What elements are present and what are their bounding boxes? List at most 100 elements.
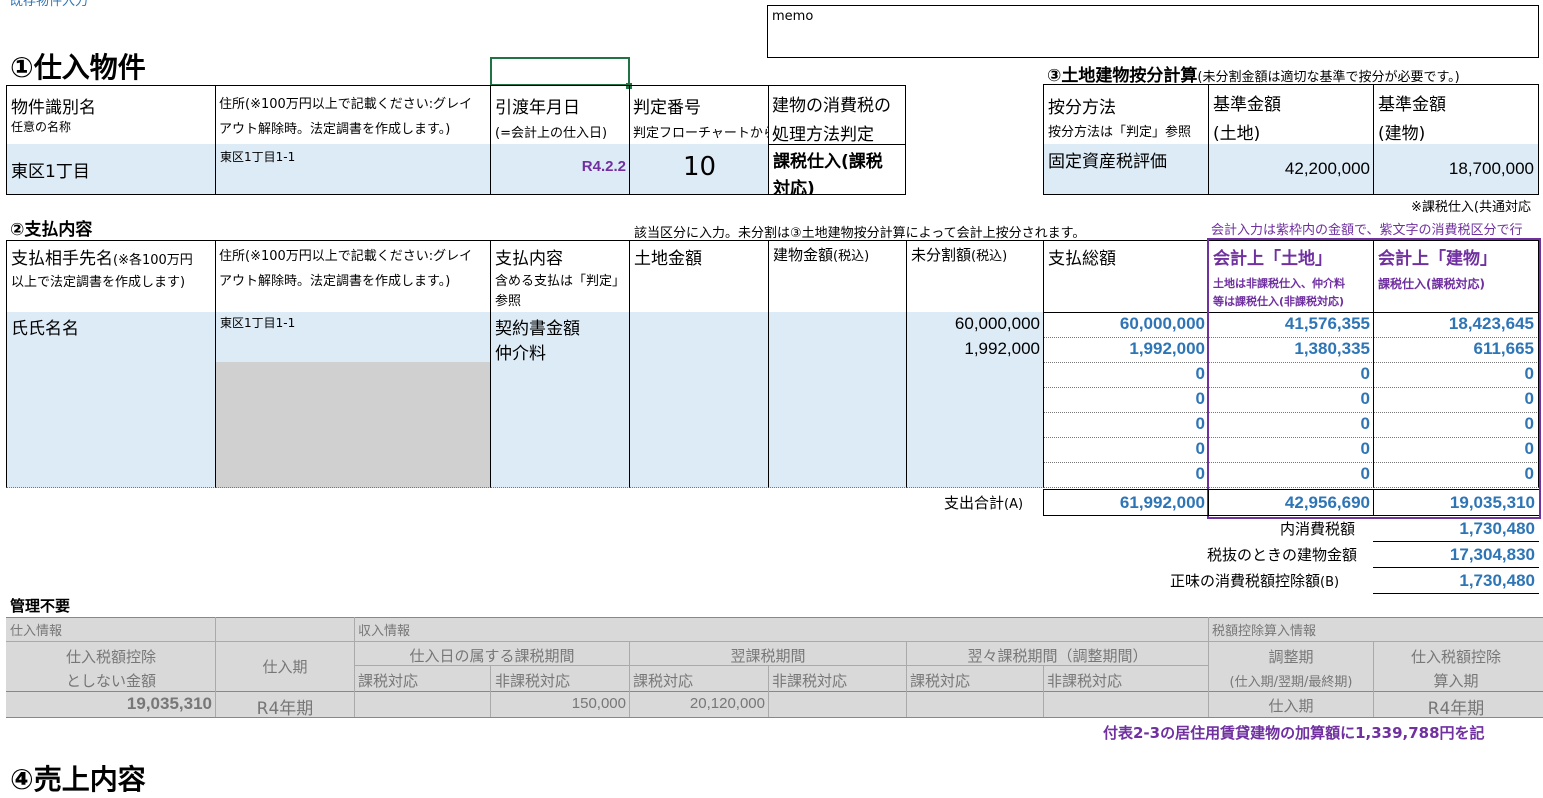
hdr-income-info: 収入情報 bbox=[358, 624, 411, 639]
pay-acc-land-cell: 0 bbox=[1208, 437, 1374, 463]
hdr-total: 支払総額 bbox=[1043, 240, 1209, 313]
pay-total-cell: 0 bbox=[1043, 462, 1209, 488]
hdr-content: 支払内容 含める支払は「判定」 参照 bbox=[490, 240, 630, 313]
pay-undiv-cell[interactable] bbox=[906, 437, 1044, 463]
val-credit: R4年期 bbox=[1427, 699, 1485, 719]
pay-total-cell: 60,000,000 bbox=[1043, 312, 1209, 338]
col-adj: 調整期 (仕入期/翌期/最終期) bbox=[1229, 648, 1353, 690]
pay-bldg-cell[interactable] bbox=[768, 362, 907, 388]
pay-bldg-cell[interactable] bbox=[768, 437, 907, 463]
pay-land-cell[interactable] bbox=[629, 437, 769, 463]
hdr-base-land: 基準金額 (土地) bbox=[1208, 84, 1374, 145]
pay-undiv-cell[interactable] bbox=[906, 412, 1044, 438]
hdr-bldg: 建物金額(税込) bbox=[768, 240, 907, 313]
pay-undiv-cell[interactable]: 1,992,000 bbox=[906, 337, 1044, 363]
pay-acc-bldg-cell: 0 bbox=[1373, 412, 1539, 438]
net-tax-value: 1,730,480 bbox=[1373, 568, 1539, 594]
sum-land: 42,956,690 bbox=[1208, 489, 1374, 516]
pay-content-cell[interactable] bbox=[490, 362, 630, 388]
pay-payee-cell[interactable] bbox=[6, 337, 216, 363]
pay-undiv-cell[interactable]: 60,000,000 bbox=[906, 312, 1044, 338]
prop-date-cell[interactable]: R4.2.2 bbox=[490, 144, 630, 195]
pay-total-cell: 0 bbox=[1043, 362, 1209, 388]
cut-top-text: 既存物件入力 bbox=[10, 0, 89, 9]
pay-land-cell[interactable] bbox=[629, 337, 769, 363]
pay-address-cell[interactable]: 東区1丁目1-1 bbox=[215, 312, 491, 338]
sum-bldg: 19,035,310 bbox=[1373, 489, 1539, 516]
pay-land-cell[interactable] bbox=[629, 387, 769, 413]
pay-address-cell[interactable] bbox=[215, 337, 491, 363]
pay-land-cell[interactable] bbox=[629, 362, 769, 388]
section2-note: 該当区分に入力。未分割は③土地建物按分計算によって会計上按分されます。 bbox=[634, 226, 1086, 241]
hdr-method: 按分方法 按分方法は「判定」参照 bbox=[1043, 84, 1209, 145]
memo-box[interactable]: memo bbox=[767, 5, 1539, 58]
pay-address-cell[interactable] bbox=[215, 362, 491, 388]
base-bldg-cell[interactable]: 18,700,000 bbox=[1373, 144, 1539, 195]
sub-next2-taxable: 課税対応 bbox=[910, 672, 971, 690]
val-next-taxable: 20,120,000 bbox=[689, 695, 765, 712]
pay-acc-bldg-cell: 611,665 bbox=[1373, 337, 1539, 363]
section2-purple-note: 会計入力は紫枠内の金額で、紫文字の消費税区分で行 bbox=[1211, 223, 1523, 238]
pay-acc-land-cell: 41,576,355 bbox=[1208, 312, 1374, 338]
pay-undiv-cell[interactable] bbox=[906, 387, 1044, 413]
pay-payee-cell[interactable] bbox=[6, 387, 216, 413]
hdr-credit-info: 税額控除算入情報 bbox=[1212, 624, 1317, 639]
sum-label: 支出合計(A) bbox=[944, 494, 1024, 512]
pay-total-cell: 0 bbox=[1043, 412, 1209, 438]
val-period: R4年期 bbox=[256, 699, 314, 719]
method-cell[interactable]: 固定資産税評価 bbox=[1043, 144, 1209, 195]
prop-judge-cell[interactable]: 10 bbox=[629, 144, 769, 195]
pay-bldg-cell[interactable] bbox=[768, 462, 907, 488]
pay-content-cell[interactable] bbox=[490, 412, 630, 438]
pay-bldg-cell[interactable] bbox=[768, 387, 907, 413]
hdr-name: 物件識別名 任意の名称 bbox=[6, 85, 216, 145]
pay-address-cell[interactable] bbox=[215, 437, 491, 463]
section3-note: (未分割金額は適切な基準で按分が必要です。) bbox=[1197, 70, 1460, 85]
pay-bldg-cell[interactable] bbox=[768, 312, 907, 338]
pay-land-cell[interactable] bbox=[629, 462, 769, 488]
col-period: 仕入期 bbox=[262, 658, 308, 676]
pay-total-cell: 0 bbox=[1043, 387, 1209, 413]
selected-cell[interactable] bbox=[490, 57, 630, 86]
pay-land-cell[interactable] bbox=[629, 412, 769, 438]
pay-undiv-cell[interactable] bbox=[906, 362, 1044, 388]
col-credit: 仕入税額控除 算入期 bbox=[1410, 648, 1501, 690]
pay-content-cell[interactable] bbox=[490, 387, 630, 413]
hdr-address: 住所(※100万円以上で記載ください:グレイ アウト解除時。法定調書を作成します… bbox=[215, 85, 491, 145]
pay-undiv-cell[interactable] bbox=[906, 462, 1044, 488]
prop-address-cell[interactable]: 東区1丁目1-1 bbox=[215, 144, 491, 195]
pay-acc-land-cell: 1,380,335 bbox=[1208, 337, 1374, 363]
pay-content-cell[interactable]: 仲介料 bbox=[490, 337, 630, 363]
prop-name-cell[interactable]: 東区1丁目 bbox=[6, 144, 216, 195]
base-land-cell[interactable]: 42,200,000 bbox=[1208, 144, 1374, 195]
pay-bldg-cell[interactable] bbox=[768, 412, 907, 438]
pay-acc-bldg-cell: 0 bbox=[1373, 362, 1539, 388]
hdr-undiv: 未分割額(税込) bbox=[906, 240, 1044, 313]
pay-acc-bldg-cell: 0 bbox=[1373, 437, 1539, 463]
pay-content-cell[interactable] bbox=[490, 462, 630, 488]
pay-payee-cell[interactable] bbox=[6, 437, 216, 463]
col-cur: 仕入日の属する課税期間 bbox=[409, 647, 575, 665]
pay-land-cell[interactable] bbox=[629, 312, 769, 338]
pay-payee-cell[interactable]: 氏氏名名 bbox=[6, 312, 216, 338]
val-notdeduct: 19,035,310 bbox=[126, 694, 212, 713]
pay-payee-cell[interactable] bbox=[6, 412, 216, 438]
pay-payee-cell[interactable] bbox=[6, 362, 216, 388]
sub-next-nontax: 非課税対応 bbox=[772, 672, 848, 690]
sub-cur-nontax: 非課税対応 bbox=[495, 672, 571, 690]
bldg-ex-value: 17,304,830 bbox=[1373, 542, 1539, 568]
management-title: 管理不要 bbox=[10, 597, 71, 615]
pay-payee-cell[interactable] bbox=[6, 462, 216, 488]
hdr-pay-address: 住所(※100万円以上で記載ください:グレイ アウト解除時。法定調書を作成します… bbox=[215, 240, 491, 313]
sub-next-taxable: 課税対応 bbox=[633, 672, 694, 690]
pay-content-cell[interactable] bbox=[490, 437, 630, 463]
hdr-date: 引渡年月日 (=会計上の仕入日) bbox=[490, 85, 630, 145]
pay-acc-land-cell: 0 bbox=[1208, 462, 1374, 488]
pay-bldg-cell[interactable] bbox=[768, 337, 907, 363]
pay-content-cell[interactable]: 契約書金額 bbox=[490, 312, 630, 338]
pay-address-cell[interactable] bbox=[215, 387, 491, 413]
pay-address-cell[interactable] bbox=[215, 412, 491, 438]
pay-address-cell[interactable] bbox=[215, 462, 491, 488]
section3-footnote: ※課税仕入(共通対応 bbox=[1411, 200, 1531, 215]
prop-tax-cell: 課税仕入(課税 対応) bbox=[768, 144, 906, 195]
